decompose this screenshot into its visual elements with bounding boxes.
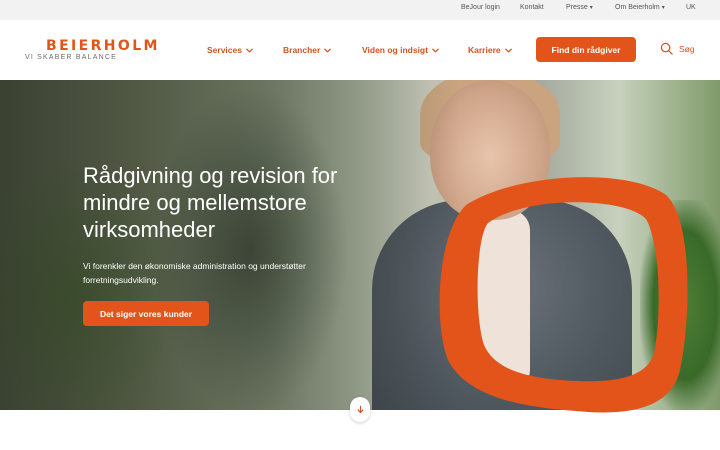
brand-frame-shape — [439, 177, 688, 413]
customer-stories-button[interactable]: Det siger vores kunder — [83, 301, 209, 326]
logo-tagline: VI SKABER BALANCE — [25, 54, 117, 61]
chevron-down-icon — [504, 48, 512, 52]
hero-overlay — [0, 80, 460, 410]
logo[interactable]: BEIERHOLM VI SKABER BALANCE — [25, 39, 160, 61]
kontakt-label: Kontakt — [520, 4, 544, 11]
presse-label: Presse — [566, 4, 588, 11]
nav-item-brancher[interactable]: Brancher — [283, 45, 332, 55]
search-label: Søg — [679, 43, 695, 54]
presse-menu[interactable]: Presse ▾ — [566, 4, 593, 11]
hero-title: Rådgivning og revision for mindre og mel… — [83, 163, 338, 242]
om-beierholm-menu[interactable]: Om Beierholm ▾ — [615, 4, 665, 11]
chevron-down-icon — [432, 48, 439, 52]
kontakt-link[interactable]: Kontakt — [520, 4, 544, 11]
hero-subtitle: Vi forenkler den økonomiske administrati… — [83, 261, 306, 285]
uk-language-link[interactable]: UK — [686, 4, 696, 11]
bejour-login-link[interactable]: BeJour login — [461, 4, 500, 11]
om-beierholm-label: Om Beierholm — [615, 4, 660, 11]
search-icon — [660, 42, 673, 55]
nav-item-label: Brancher — [283, 45, 321, 55]
logo-wordmark: BEIERHOLM — [46, 38, 160, 54]
utility-bar: BeJour login Kontakt Presse ▾ Om Beierho… — [0, 0, 720, 20]
nav-item-viden-og-indsigt[interactable]: Viden og indsigt — [362, 45, 440, 55]
nav-item-label: Karriere — [468, 45, 501, 55]
nav-item-services[interactable]: Services — [207, 45, 254, 55]
chevron-down-icon: ▾ — [589, 5, 593, 11]
search-button[interactable]: Søg — [660, 42, 695, 55]
nav-item-label: Viden og indsigt — [362, 45, 428, 55]
chevron-down-icon — [246, 48, 253, 52]
chevron-down-icon — [324, 48, 332, 52]
nav-item-label: Services — [207, 45, 242, 55]
find-advisor-button[interactable]: Find din rådgiver — [536, 37, 636, 62]
main-navigation: BEIERHOLM VI SKABER BALANCE Services Bra… — [0, 20, 720, 80]
arrow-down-icon — [356, 405, 364, 414]
nav-item-karriere[interactable]: Karriere — [468, 45, 513, 55]
uk-label: UK — [686, 4, 696, 11]
bejour-login-label: BeJour login — [461, 4, 500, 11]
scroll-down-button[interactable] — [350, 397, 370, 422]
chevron-down-icon: ▾ — [661, 5, 665, 11]
